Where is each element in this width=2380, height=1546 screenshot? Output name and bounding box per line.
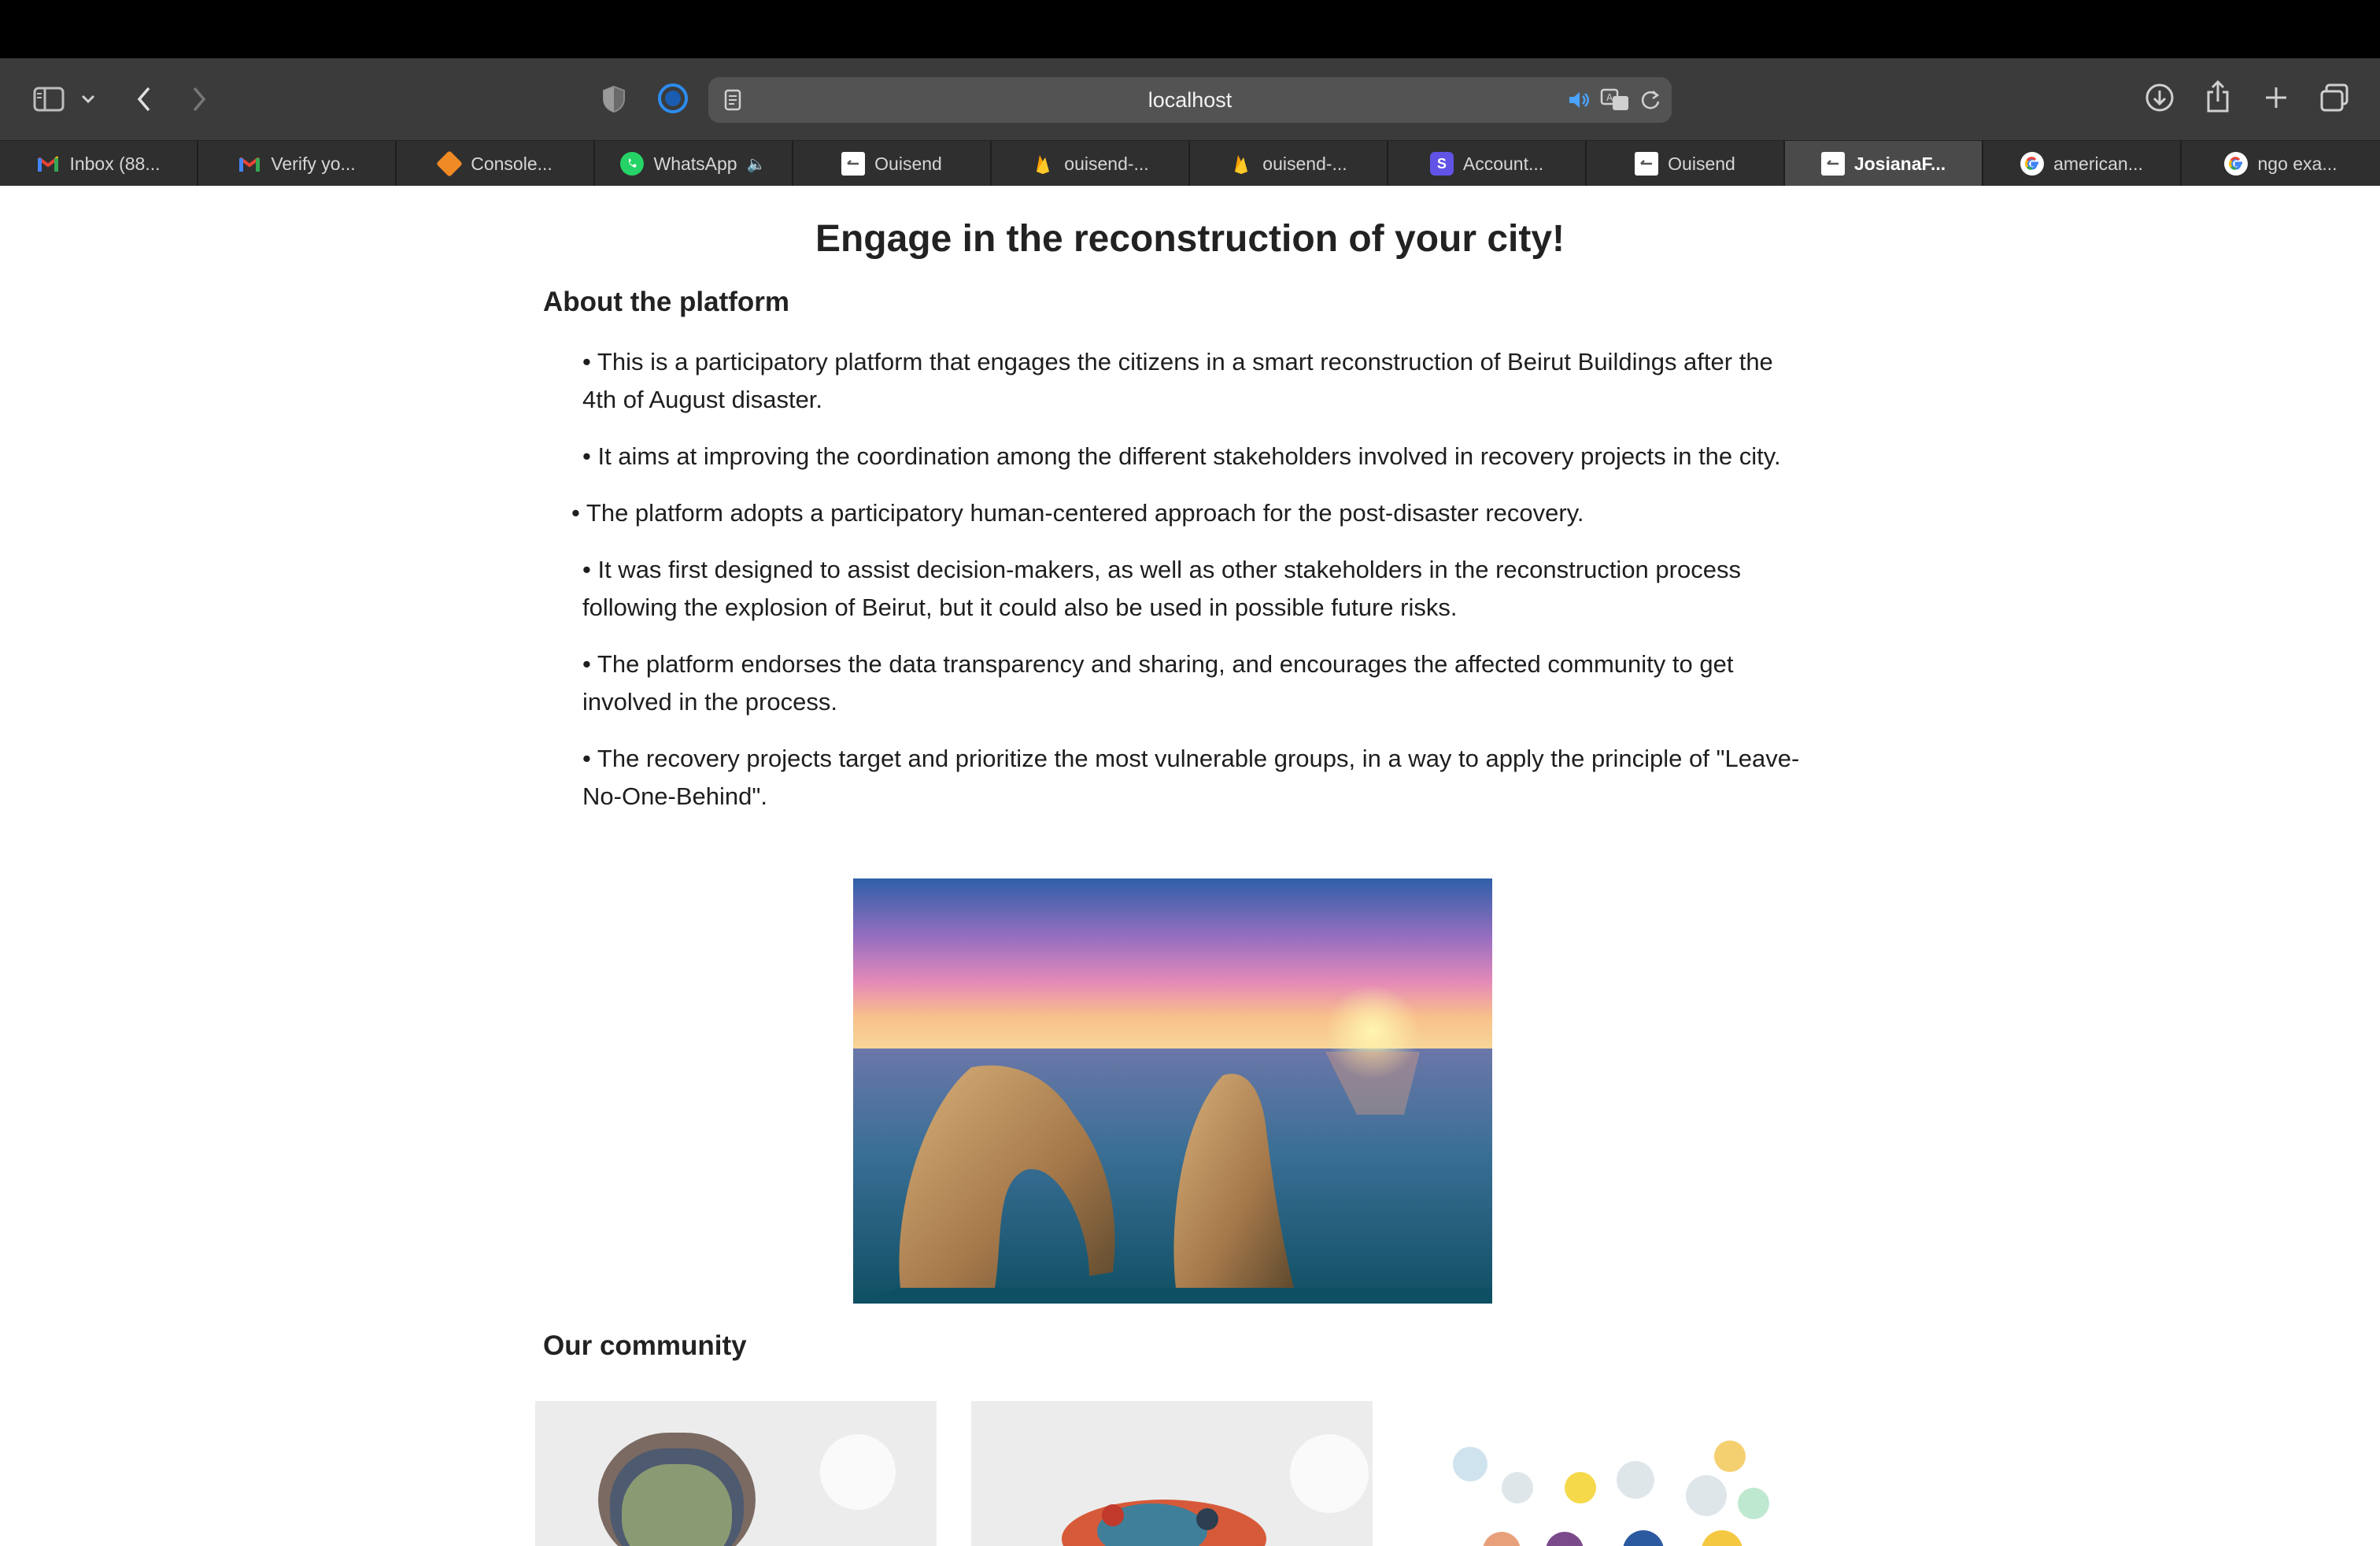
tab-josiana[interactable]: JosianaF... [1785,141,1983,187]
new-tab-icon[interactable] [2260,82,2292,113]
firebase-icon [1229,152,1253,176]
tab-label: Inbox (88... [69,153,161,174]
address-bar[interactable]: localhost A [708,77,1672,123]
about-bullet: • It was first designed to assist decisi… [582,556,1741,621]
tab-label: Account... [1462,153,1544,174]
crowd-illustration [598,1433,756,1546]
community-card-crowd[interactable] [535,1401,937,1546]
tab-label: ouisend-... [1064,153,1149,174]
firebase-icon [1031,152,1055,176]
reload-icon[interactable] [1637,87,1664,113]
sidebar-toggle-icon[interactable] [31,82,66,117]
about-bullet: • This is a participatory platform that … [582,348,1773,413]
svg-text:A: A [1606,92,1613,103]
about-heading: About the platform [543,287,790,317]
tab-whatsapp[interactable]: WhatsApp 🔈 [595,141,793,187]
tab-label: Ouisend [874,153,942,174]
speaker-icon[interactable]: 🔈 [747,154,767,174]
whatsapp-icon [620,152,645,176]
s-icon: S [1429,152,1454,176]
page-title: Engage in the reconstruction of your cit… [815,218,1565,260]
screen-top-bar [0,0,2380,58]
tab-label: JosianaF... [1853,153,1946,174]
tab-overview-icon[interactable] [2317,80,2352,115]
forward-icon[interactable] [187,82,211,117]
tab-label: WhatsApp [653,153,737,174]
cube-icon [436,150,464,177]
back-icon[interactable] [132,82,156,117]
tab-firebase-2[interactable]: ouisend-... [1190,141,1388,187]
page-content: Engage in the reconstruction of your cit… [0,186,2380,1546]
gmail-icon [238,152,261,176]
tab-label: ouisend-... [1262,153,1347,174]
download-icon[interactable] [2142,80,2177,115]
tab-gmail-verify[interactable]: Verify yo... [198,141,397,187]
about-bullet: • The recovery projects target and prior… [582,745,1800,810]
community-card-people[interactable] [971,1401,1373,1546]
community-heading: Our community [543,1330,747,1361]
browser-toolbar: localhost A [0,58,2380,140]
tab-console[interactable]: Console... [397,141,595,187]
ouisend-icon [1635,152,1659,176]
url-text[interactable]: localhost [708,77,1672,123]
tab-label: Verify yo... [271,153,356,174]
about-bullet-list: • This is a participatory platform that … [571,343,1810,834]
tab-ouisend-2[interactable]: Ouisend [1587,141,1785,187]
tab-firebase-1[interactable]: ouisend-... [992,141,1190,187]
ouisend-icon [841,152,866,176]
tab-google-ngo[interactable]: ngo exa... [2182,141,2380,187]
translate-icon[interactable]: A [1599,87,1631,113]
privacy-shield-icon[interactable] [598,82,630,117]
speaker-icon[interactable] [1568,88,1591,112]
about-bullet: • The platform adopts a participatory hu… [571,499,1584,527]
community-cards [535,1401,1809,1546]
ouisend-icon [1820,152,1845,176]
google-icon [2224,152,2249,176]
tab-ouisend-1[interactable]: Ouisend [793,141,992,187]
gmail-icon [36,152,60,176]
community-card-ideas[interactable] [1407,1401,1809,1546]
about-bullet: • It aims at improving the coordination … [582,442,1781,470]
tab-google-american[interactable]: american... [1983,141,2182,187]
google-icon [2020,152,2045,176]
tab-label: Console... [471,153,552,174]
chevron-down-icon[interactable] [79,90,98,109]
share-icon[interactable] [2202,77,2234,115]
tab-account[interactable]: S Account... [1388,141,1587,187]
tab-label: Ouisend [1668,153,1735,174]
tab-strip: Inbox (88... Verify yo... Console... Wha… [0,140,2380,187]
tab-gmail-inbox[interactable]: Inbox (88... [0,141,198,187]
extension-icon[interactable] [655,80,691,117]
about-bullet: • The platform endorses the data transpa… [582,650,1734,716]
tab-label: american... [2053,153,2143,174]
tab-label: ngo exa... [2257,153,2338,174]
beirut-rocks-image [853,878,1492,1304]
